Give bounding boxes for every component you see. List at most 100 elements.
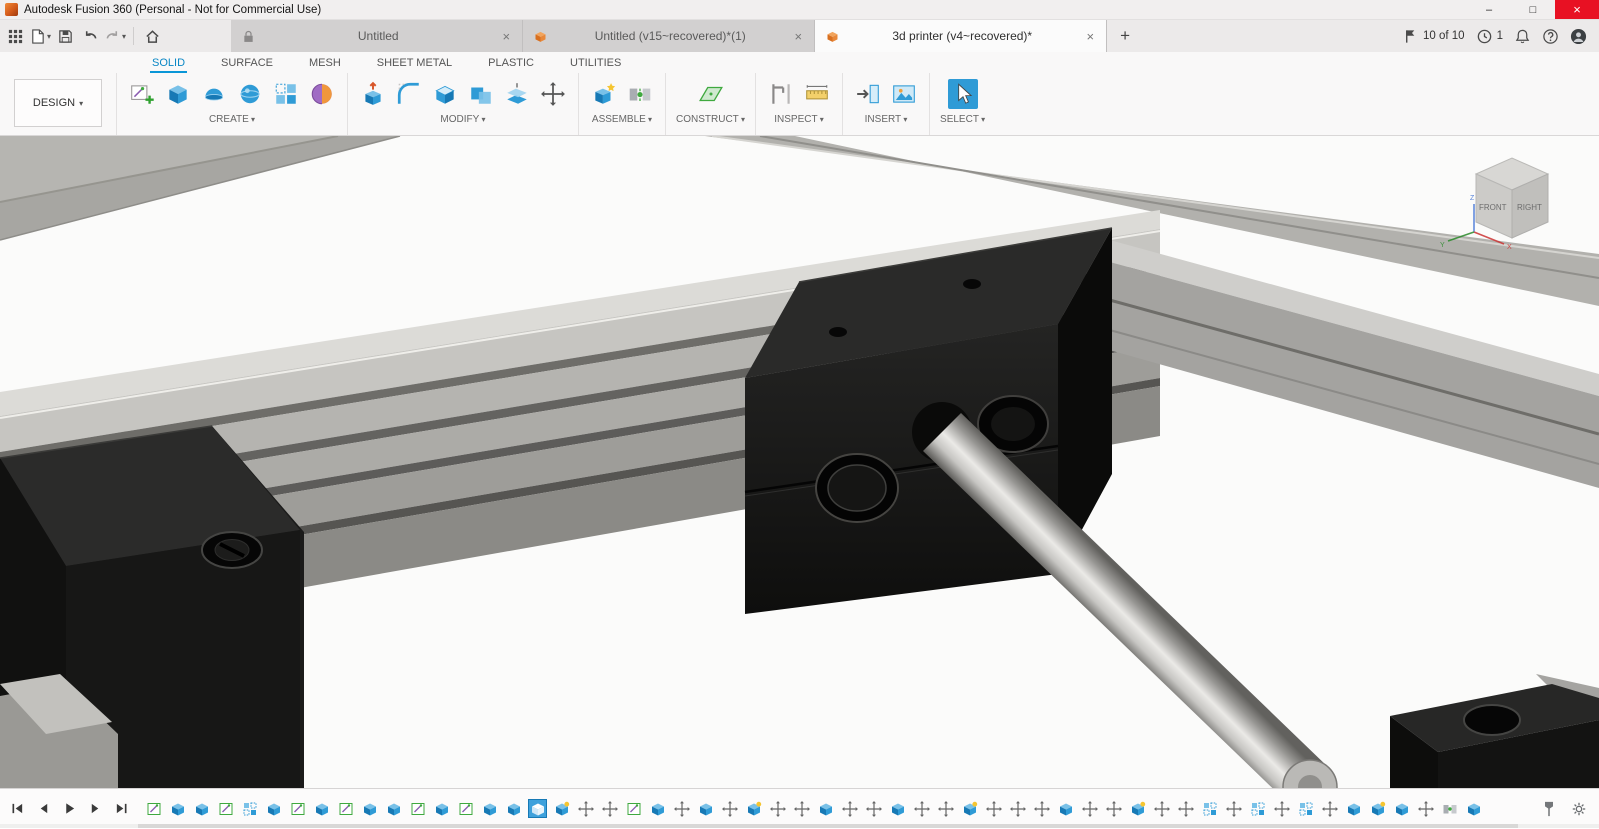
avatar[interactable] xyxy=(1570,28,1587,45)
timeline-item-19-move[interactable] xyxy=(577,800,594,817)
timeline-item-27-move[interactable] xyxy=(769,800,786,817)
help-icon[interactable] xyxy=(1542,28,1559,45)
ribbon-tab-mesh[interactable]: MESH xyxy=(307,55,343,73)
joint-tool-button[interactable] xyxy=(625,79,655,109)
group-label-modify[interactable]: MODIFY xyxy=(440,114,485,125)
timeline-item-32-box[interactable] xyxy=(889,800,906,817)
job-status[interactable]: 10 of 10 xyxy=(1402,28,1465,45)
timeline-item-2-box[interactable] xyxy=(169,800,186,817)
new-tab-button[interactable]: + xyxy=(1107,20,1143,52)
fillet-tool-button[interactable] xyxy=(394,79,424,109)
ruler-tool-button[interactable] xyxy=(802,79,832,109)
skip-to-end-button[interactable] xyxy=(114,801,129,816)
timeline-item-14-sketch[interactable] xyxy=(457,800,474,817)
timeline-item-24-box[interactable] xyxy=(697,800,714,817)
move-tool-button[interactable] xyxy=(538,79,568,109)
maximize-button[interactable]: □ xyxy=(1511,0,1555,19)
timeline-item-53-box[interactable] xyxy=(1393,800,1410,817)
canvas-tool-button[interactable] xyxy=(889,79,919,109)
timeline-item-38-move[interactable] xyxy=(1033,800,1050,817)
document-tab-2[interactable]: Untitled (v15~recovered)*(1)× xyxy=(523,20,815,52)
timeline-item-54-move[interactable] xyxy=(1417,800,1434,817)
timeline-item-3-box[interactable] xyxy=(193,800,210,817)
timeline-item-22-box[interactable] xyxy=(649,800,666,817)
timeline-item-56-box[interactable] xyxy=(1465,800,1482,817)
tab-close-button[interactable]: × xyxy=(792,29,804,44)
timeline-item-28-move[interactable] xyxy=(793,800,810,817)
timeline-item-48-move[interactable] xyxy=(1273,800,1290,817)
timeline-item-6-box[interactable] xyxy=(265,800,282,817)
document-tab-3[interactable]: 3d printer (v4~recovered)*× xyxy=(815,20,1107,52)
timeline-settings-gear-icon[interactable] xyxy=(1571,801,1587,817)
timeline-item-51-box[interactable] xyxy=(1345,800,1362,817)
ribbon-tab-utilities[interactable]: UTILITIES xyxy=(568,55,623,73)
timeline-item-50-move[interactable] xyxy=(1321,800,1338,817)
timeline-item-9-sketch[interactable] xyxy=(337,800,354,817)
redo-icon[interactable] xyxy=(104,23,126,49)
new-component-tool-button[interactable] xyxy=(589,79,619,109)
timeline-item-18-component[interactable] xyxy=(553,800,570,817)
timeline-item-46-move[interactable] xyxy=(1225,800,1242,817)
file-menu-icon[interactable] xyxy=(29,23,51,49)
timeline-item-21-sketch[interactable] xyxy=(625,800,642,817)
group-label-select[interactable]: SELECT xyxy=(940,114,985,125)
timeline-item-5-pattern[interactable] xyxy=(241,800,258,817)
timeline-item-45-pattern[interactable] xyxy=(1201,800,1218,817)
timeline-item-16-box[interactable] xyxy=(505,800,522,817)
combine-tool-button[interactable] xyxy=(466,79,496,109)
timeline-item-30-move[interactable] xyxy=(841,800,858,817)
tab-close-button[interactable]: × xyxy=(1084,29,1096,44)
skip-to-start-button[interactable] xyxy=(10,801,25,816)
play-button[interactable] xyxy=(62,801,77,816)
timeline-item-4-sketch[interactable] xyxy=(217,800,234,817)
ribbon-tab-sheet-metal[interactable]: SHEET METAL xyxy=(375,55,454,73)
timeline-item-25-move[interactable] xyxy=(721,800,738,817)
timeline-item-36-move[interactable] xyxy=(985,800,1002,817)
timeline-item-37-move[interactable] xyxy=(1009,800,1026,817)
timeline-item-41-move[interactable] xyxy=(1105,800,1122,817)
bell-icon[interactable] xyxy=(1514,28,1531,45)
viewcube-right-label[interactable]: RIGHT xyxy=(1517,203,1542,212)
timeline-item-8-box[interactable] xyxy=(313,800,330,817)
timeline-item-42-component[interactable] xyxy=(1129,800,1146,817)
shell-tool-button[interactable] xyxy=(430,79,460,109)
close-window-button[interactable]: × xyxy=(1555,0,1599,19)
timeline-item-49-pattern[interactable] xyxy=(1297,800,1314,817)
history-status[interactable]: 1 xyxy=(1476,28,1503,45)
model-canvas[interactable]: FRONT RIGHT Z X Y xyxy=(0,136,1599,788)
home-icon[interactable] xyxy=(141,23,163,49)
ribbon-tab-solid[interactable]: SOLID xyxy=(150,55,187,73)
timeline-item-1-sketch[interactable] xyxy=(145,800,162,817)
step-back-button[interactable] xyxy=(36,801,51,816)
timeline-item-13-box[interactable] xyxy=(433,800,450,817)
timeline-item-33-move[interactable] xyxy=(913,800,930,817)
construct-plane-tool-button[interactable] xyxy=(696,79,726,109)
timeline-item-52-component[interactable] xyxy=(1369,800,1386,817)
group-label-construct[interactable]: CONSTRUCT xyxy=(676,114,745,125)
group-label-inspect[interactable]: INSPECT xyxy=(774,114,824,125)
timeline-item-17-box[interactable] xyxy=(529,800,546,817)
measure-tool-button[interactable] xyxy=(766,79,796,109)
viewcube-front-label[interactable]: FRONT xyxy=(1479,203,1507,212)
select-tool-button[interactable] xyxy=(948,79,978,109)
timeline-item-34-move[interactable] xyxy=(937,800,954,817)
offset-face-tool-button[interactable] xyxy=(502,79,532,109)
timeline-item-10-box[interactable] xyxy=(361,800,378,817)
viewport[interactable]: FRONT RIGHT Z X Y xyxy=(0,136,1599,788)
minimize-button[interactable]: – xyxy=(1467,0,1511,19)
timeline-item-15-box[interactable] xyxy=(481,800,498,817)
document-tab-1[interactable]: Untitled× xyxy=(231,20,523,52)
timeline-item-7-sketch[interactable] xyxy=(289,800,306,817)
tab-close-button[interactable]: × xyxy=(500,29,512,44)
group-label-insert[interactable]: INSERT xyxy=(865,114,908,125)
timeline-item-39-box[interactable] xyxy=(1057,800,1074,817)
timeline-scrollbar[interactable] xyxy=(0,824,1599,828)
box-tool-button[interactable] xyxy=(163,79,193,109)
timeline-item-29-box[interactable] xyxy=(817,800,834,817)
ribbon-tab-surface[interactable]: SURFACE xyxy=(219,55,275,73)
create-sketch-tool-button[interactable] xyxy=(127,79,157,109)
timeline-item-11-box[interactable] xyxy=(385,800,402,817)
workspace-selector[interactable]: DESIGN xyxy=(14,79,102,127)
timeline-item-26-component[interactable] xyxy=(745,800,762,817)
timeline-item-47-pattern[interactable] xyxy=(1249,800,1266,817)
